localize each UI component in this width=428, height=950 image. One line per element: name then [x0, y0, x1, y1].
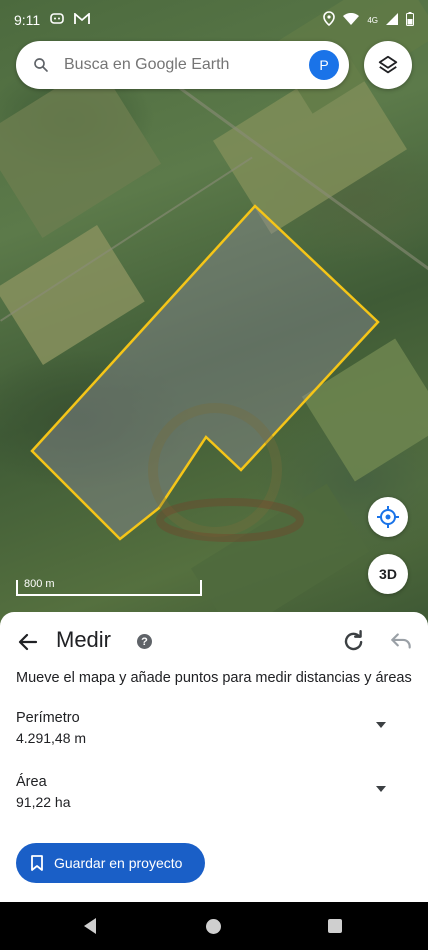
nav-recents-icon[interactable] — [328, 919, 342, 933]
measured-polygon — [30, 204, 380, 542]
battery-icon — [406, 11, 414, 29]
refresh-icon[interactable] — [340, 628, 366, 654]
save-to-project-button[interactable]: Guardar en proyecto — [16, 843, 205, 883]
scale-label: 800 m — [24, 578, 55, 590]
toggle-3d-button[interactable]: 3D — [368, 554, 408, 594]
area-dropdown-icon[interactable] — [376, 786, 386, 792]
layers-icon — [378, 55, 398, 74]
chat-icon — [50, 12, 65, 28]
status-bar: 9:11 4G — [0, 0, 428, 40]
back-arrow-icon[interactable] — [16, 630, 40, 654]
area-label: Área — [16, 774, 47, 790]
save-button-label: Guardar en proyecto — [54, 855, 183, 871]
search-bar[interactable]: P — [16, 41, 349, 89]
layers-button[interactable] — [364, 41, 412, 89]
search-input[interactable] — [64, 56, 309, 74]
undo-icon[interactable] — [388, 628, 414, 654]
measure-sheet: Medir ? Mueve el mapa y añade puntos par… — [0, 612, 428, 902]
avatar[interactable]: P — [309, 50, 339, 80]
search-icon — [34, 58, 48, 72]
signal-icon — [386, 12, 398, 28]
network-4g-icon: 4G — [367, 15, 378, 25]
help-icon[interactable]: ? — [137, 634, 152, 649]
crosshair-icon — [377, 506, 399, 528]
area-value: 91,22 ha — [16, 794, 71, 810]
area-row[interactable]: Área 91,22 ha — [16, 774, 412, 810]
my-location-button[interactable] — [368, 497, 408, 537]
nav-back-icon[interactable] — [84, 918, 96, 934]
perimeter-dropdown-icon[interactable] — [376, 722, 386, 728]
satellite-map[interactable] — [0, 0, 428, 640]
sheet-header: Medir ? — [0, 624, 428, 660]
location-icon — [323, 11, 336, 29]
wifi-icon — [343, 12, 360, 28]
map-scale: 800 m — [16, 578, 202, 596]
instructions-text: Mueve el mapa y añade puntos para medir … — [16, 670, 412, 686]
perimeter-value: 4.291,48 m — [16, 730, 87, 746]
system-nav-bar — [0, 902, 428, 950]
gmail-icon — [74, 11, 91, 28]
perimeter-label: Perímetro — [16, 710, 80, 726]
bookmark-icon — [31, 855, 43, 871]
status-time: 9:11 — [14, 12, 41, 28]
perimeter-row[interactable]: Perímetro 4.291,48 m — [16, 710, 412, 746]
page-title: Medir — [56, 627, 112, 652]
nav-home-icon[interactable] — [206, 919, 221, 934]
